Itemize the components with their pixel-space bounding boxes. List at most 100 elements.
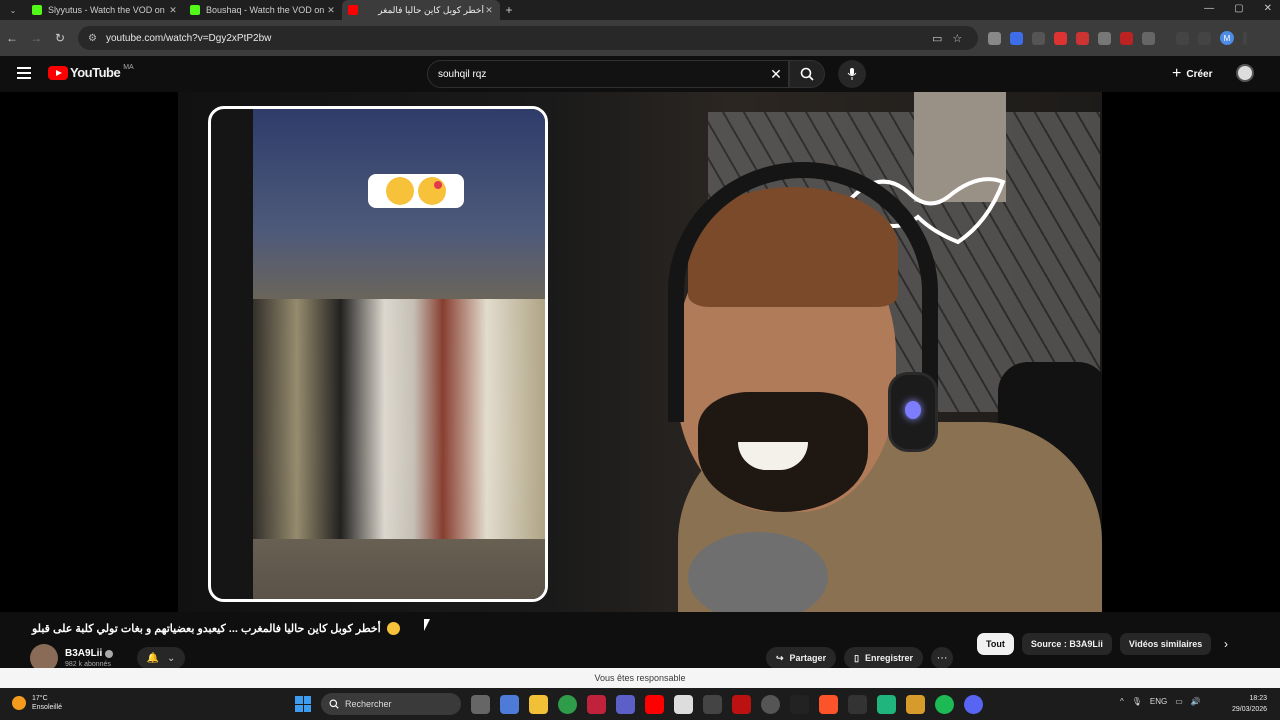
- app-icon[interactable]: [790, 694, 809, 714]
- extension-icon[interactable]: [1098, 31, 1111, 45]
- extension-icon[interactable]: [1054, 31, 1067, 45]
- extension-icon[interactable]: [1120, 31, 1133, 45]
- app-icon[interactable]: [587, 694, 606, 714]
- microphone-icon: [847, 68, 857, 80]
- video-player[interactable]: [0, 92, 1280, 612]
- tab-close-icon[interactable]: ✕: [168, 5, 178, 16]
- tab-title: Boushaq - Watch the VOD on I: [206, 5, 326, 15]
- channel-name[interactable]: B3A9Lii: [65, 648, 102, 659]
- share-label: Partager: [789, 653, 827, 663]
- extension-icon[interactable]: [1076, 31, 1089, 45]
- chip-source[interactable]: Source : B3A9Lii: [1021, 633, 1112, 655]
- reading-list-icon[interactable]: [1198, 31, 1211, 45]
- browser-tab-2[interactable]: Boushaq - Watch the VOD on I ✕: [184, 0, 342, 20]
- mouse-cursor: [424, 619, 430, 631]
- chevron-right-icon[interactable]: ›: [1224, 637, 1228, 651]
- minimize-icon[interactable]: —: [1204, 3, 1214, 14]
- voice-search-button[interactable]: [838, 60, 866, 88]
- url-field[interactable]: ⚙ youtube.com/watch?v=Dgy2xPtP2bw: [78, 26, 978, 50]
- brave-icon[interactable]: [819, 694, 838, 714]
- window-controls: — ▢ ✕: [1204, 3, 1272, 14]
- clear-search-icon[interactable]: ✕: [764, 66, 788, 83]
- extensions-puzzle-icon[interactable]: [1142, 31, 1155, 45]
- app-icon[interactable]: [732, 694, 751, 714]
- new-tab-icon[interactable]: +: [500, 3, 518, 17]
- app-icon[interactable]: [703, 694, 722, 714]
- app-icon[interactable]: [761, 694, 780, 714]
- share-icon: ↪: [776, 652, 784, 663]
- save-label: Enregistrer: [865, 653, 914, 663]
- chip-similar[interactable]: Vidéos similaires: [1119, 633, 1212, 655]
- more-actions-icon[interactable]: ···: [931, 647, 954, 669]
- site-info-icon[interactable]: ⚙: [88, 33, 100, 44]
- app-icon[interactable]: [877, 694, 896, 714]
- reload-icon[interactable]: ↻: [48, 31, 72, 45]
- tab-close-icon[interactable]: ✕: [326, 5, 336, 16]
- love-emoji-icon: [418, 177, 446, 205]
- kick-favicon-icon: [32, 5, 42, 15]
- wink-emoji-icon: [386, 177, 414, 205]
- volume-icon[interactable]: 🔊: [1191, 697, 1201, 706]
- logo-text: YouTube: [70, 65, 121, 80]
- share-button[interactable]: ↪ Partager: [766, 647, 837, 669]
- menu-dots-icon[interactable]: [1243, 31, 1247, 45]
- teams-icon[interactable]: [616, 694, 635, 714]
- windows-start-icon[interactable]: [295, 696, 311, 712]
- system-clock[interactable]: 18:23 29/03/2026: [1232, 693, 1267, 715]
- save-button[interactable]: ▯ Enregistrer: [844, 647, 924, 669]
- taskbar-search-label: Rechercher: [345, 699, 392, 709]
- chrome-icon[interactable]: [558, 694, 577, 714]
- notification-bell-button[interactable]: 🔔 ⌄: [137, 647, 185, 669]
- smile-emoji-icon: [386, 622, 400, 635]
- channel-text: B3A9Lii 982 k abonnés: [65, 648, 114, 668]
- spotify-icon[interactable]: [935, 694, 954, 714]
- close-window-icon[interactable]: ✕: [1264, 3, 1272, 14]
- taskbar-search[interactable]: Rechercher: [321, 693, 461, 715]
- app-icon[interactable]: [674, 694, 693, 714]
- search-input[interactable]: [438, 68, 764, 80]
- youtube-app-icon[interactable]: [645, 694, 664, 714]
- create-button[interactable]: + Créer: [1164, 62, 1220, 86]
- emoji-sticker: [368, 174, 464, 208]
- info-banner: Vous êtes responsable: [0, 668, 1280, 688]
- extension-icon[interactable]: [1010, 31, 1023, 45]
- youtube-logo[interactable]: YouTube MA: [48, 64, 134, 80]
- discord-icon[interactable]: [964, 694, 983, 714]
- app-icon[interactable]: [906, 694, 925, 714]
- account-avatar[interactable]: [1236, 64, 1254, 82]
- search-button[interactable]: [789, 60, 825, 88]
- video-actions: ↪ Partager ▯ Enregistrer ···: [766, 647, 954, 669]
- channel-name-row[interactable]: B3A9Lii: [65, 648, 114, 659]
- clock-date: 29/03/2026: [1232, 706, 1268, 713]
- browser-tab-1[interactable]: Slyyutus - Watch the VOD on I ✕: [26, 0, 184, 20]
- app-icon[interactable]: [848, 694, 867, 714]
- search-box[interactable]: ✕: [427, 60, 789, 88]
- back-icon[interactable]: ←: [0, 31, 24, 45]
- maximize-icon[interactable]: ▢: [1234, 3, 1243, 14]
- profile-avatar[interactable]: M: [1220, 31, 1234, 45]
- cast-icon[interactable]: ▭: [932, 32, 942, 45]
- extension-icon[interactable]: [1032, 31, 1045, 45]
- mic-tray-icon[interactable]: 🎙: [1132, 697, 1142, 706]
- url-text: youtube.com/watch?v=Dgy2xPtP2bw: [106, 32, 272, 44]
- clock-time: 18:23: [1249, 695, 1268, 702]
- bookmark-star-icon[interactable]: ☆: [952, 32, 962, 45]
- weather-condition: Ensoleillé: [32, 704, 62, 711]
- extension-icon[interactable]: [988, 31, 1001, 45]
- weather-widget[interactable]: 17°C Ensoleillé: [12, 694, 62, 712]
- download-icon[interactable]: [1176, 31, 1189, 45]
- tab-search-icon[interactable]: ⌄: [0, 6, 26, 15]
- file-explorer-icon[interactable]: [529, 694, 548, 714]
- display-icon[interactable]: ▭: [1175, 697, 1183, 706]
- tray-chevron-icon[interactable]: ^: [1120, 697, 1124, 706]
- menu-hamburger-icon[interactable]: [17, 67, 31, 82]
- system-tray: ^ 🎙 ENG ▭ 🔊: [1120, 697, 1201, 706]
- sun-icon: [12, 696, 26, 710]
- task-view-icon[interactable]: [471, 694, 490, 714]
- tab-close-icon[interactable]: ✕: [484, 5, 494, 16]
- language-indicator[interactable]: ENG: [1150, 697, 1167, 706]
- chip-all[interactable]: Tout: [977, 633, 1014, 655]
- forward-icon[interactable]: →: [24, 31, 48, 45]
- copilot-icon[interactable]: [500, 694, 519, 714]
- browser-tab-3[interactable]: أخطر كوبل كاين حاليا فالمغر ✕: [342, 0, 500, 20]
